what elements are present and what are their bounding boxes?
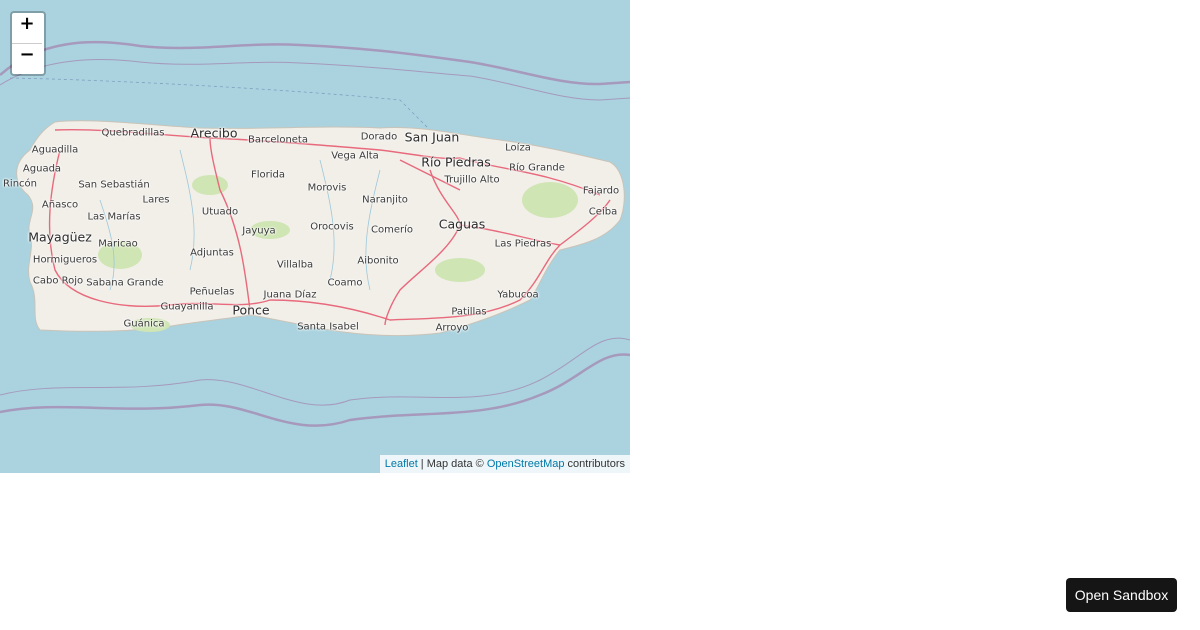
place-label: Coamo (327, 277, 363, 289)
map-attribution: Leaflet | Map data © OpenStreetMap contr… (379, 455, 630, 473)
place-label: Loíza (505, 142, 531, 154)
zoom-out-button[interactable]: − (12, 43, 42, 74)
place-label: Ponce (232, 302, 270, 318)
place-label: Orocovis (310, 221, 354, 233)
place-label: San Juan (404, 129, 460, 145)
place-label: Lares (142, 194, 170, 206)
place-label: Naranjito (362, 194, 408, 206)
place-label: Villalba (276, 259, 314, 271)
place-label: Hormigueros (32, 254, 98, 266)
place-label: Dorado (360, 131, 398, 143)
leaflet-link[interactable]: Leaflet (385, 458, 418, 470)
place-label: Florida (250, 169, 286, 181)
place-label: Rincón (2, 178, 38, 190)
attribution-suffix: contributors (564, 458, 625, 470)
place-label: Utuado (201, 206, 239, 218)
place-label: Comerío (370, 224, 414, 236)
place-label: Jayuya (242, 225, 276, 237)
map-container[interactable]: + − Quebradillas Arecibo Barceloneta Dorado… (0, 0, 630, 473)
zoom-control: + − (10, 11, 46, 76)
place-label: Las Piedras (494, 238, 552, 250)
place-label: Arroyo (435, 322, 469, 334)
place-label: Añasco (41, 199, 79, 211)
open-sandbox-button[interactable]: Open Sandbox (1066, 578, 1177, 612)
place-label: Yabucoa (497, 289, 539, 301)
place-label: Quebradillas (101, 127, 165, 139)
place-label: San Sebastián (78, 179, 150, 191)
place-label: Vega Alta (331, 150, 379, 162)
openstreetmap-link[interactable]: OpenStreetMap (487, 458, 565, 470)
place-label: Morovis (307, 182, 347, 194)
place-label: Ceiba (588, 206, 618, 218)
place-label: Sabana Grande (86, 277, 164, 289)
place-label: Maricao (98, 238, 138, 250)
map-tiles (0, 40, 630, 427)
place-label: Patillas (451, 306, 487, 318)
place-label: Peñuelas (189, 286, 235, 298)
place-label: Juana Díaz (263, 289, 317, 301)
attribution-text: | Map data © (417, 458, 487, 470)
place-label: Barceloneta (248, 134, 308, 146)
place-label: Caguas (438, 216, 486, 232)
place-label: Río Grande (509, 162, 565, 174)
place-label: Las Marías (87, 211, 141, 223)
place-label: Fajardo (582, 185, 620, 197)
place-label: Santa Isabel (297, 321, 359, 333)
place-label: Trujillo Alto (444, 174, 500, 186)
place-label: Guayanilla (160, 301, 214, 313)
place-label: Adjuntas (190, 247, 234, 259)
zoom-in-button[interactable]: + (12, 13, 42, 43)
place-label: Mayagüez (28, 229, 92, 245)
place-label: Arecibo (190, 125, 238, 141)
place-label: Río Piedras (421, 154, 491, 170)
place-label: Aguada (22, 163, 62, 175)
place-label: Aibonito (357, 255, 399, 267)
place-label: Guánica (123, 318, 165, 330)
place-label: Cabo Rojo (32, 275, 84, 287)
place-label: Aguadilla (31, 144, 79, 156)
